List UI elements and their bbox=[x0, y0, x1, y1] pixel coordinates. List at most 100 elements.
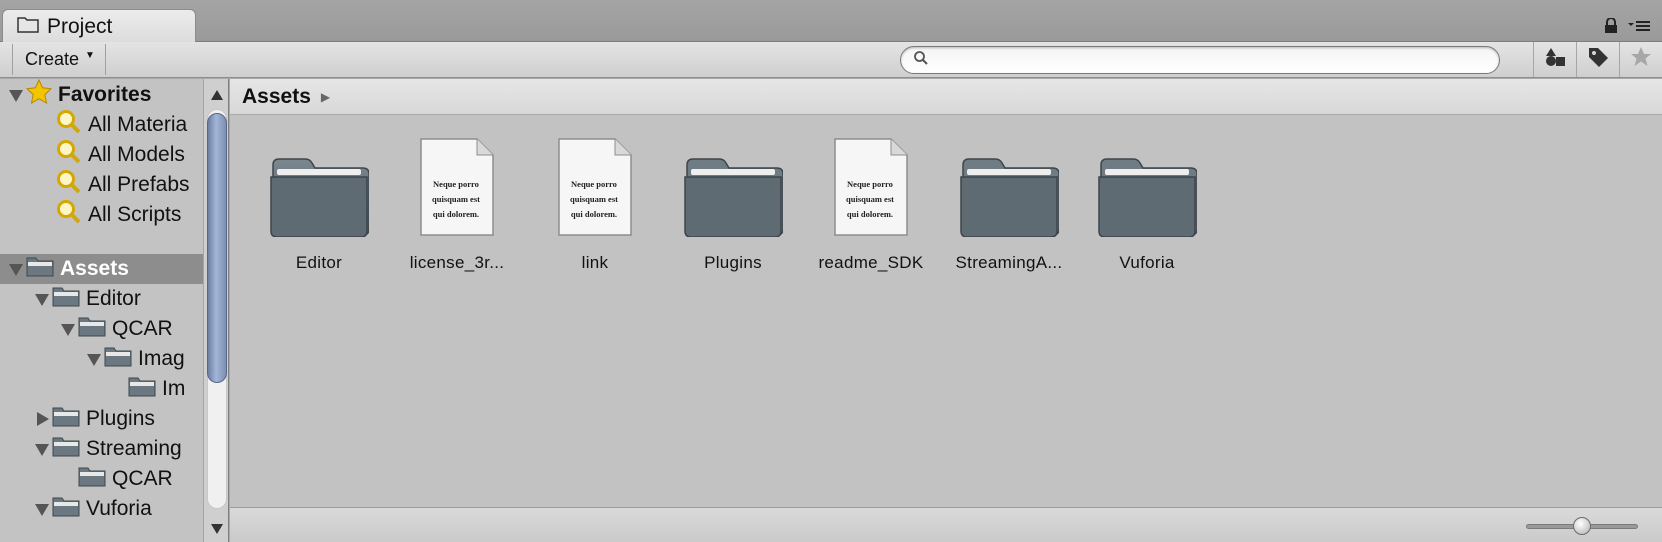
folder-icon bbox=[1092, 137, 1202, 237]
asset-item-link[interactable]: Neque porro quisquam est qui dolorem. li… bbox=[526, 137, 664, 273]
favorite-button[interactable] bbox=[1619, 42, 1662, 77]
expand-triangle-icon[interactable] bbox=[34, 291, 50, 307]
tree-item-assets[interactable]: Assets bbox=[0, 254, 203, 284]
tree-item-plugins[interactable]: Plugins bbox=[0, 404, 203, 434]
favorite-label: All Prefabs bbox=[88, 173, 190, 196]
toolbar: Create ▼ bbox=[0, 42, 1662, 78]
expand-triangle-icon[interactable] bbox=[8, 261, 24, 277]
search-input[interactable] bbox=[935, 49, 1499, 71]
tree-item-label: Streaming bbox=[86, 437, 182, 460]
search-field[interactable] bbox=[900, 46, 1500, 74]
star-icon bbox=[25, 79, 53, 111]
folder-icon bbox=[17, 15, 39, 38]
favorite-item[interactable]: All Scripts bbox=[0, 200, 203, 230]
doc-preview-line: Neque porro bbox=[571, 179, 617, 189]
create-button[interactable]: Create ▼ bbox=[12, 44, 106, 75]
expand-triangle-icon[interactable] bbox=[60, 321, 76, 337]
folder-icon bbox=[52, 405, 80, 433]
asset-item-editor[interactable]: Editor bbox=[250, 137, 388, 273]
asset-grid: Editor Neque porro quisquam est qui dolo… bbox=[230, 115, 1662, 507]
folder-icon bbox=[52, 495, 80, 523]
tree-item-vuforia[interactable]: Vuforia bbox=[0, 494, 203, 524]
favorite-item[interactable]: All Prefabs bbox=[0, 170, 203, 200]
search-filter-icon bbox=[56, 139, 82, 171]
zoom-slider[interactable] bbox=[1526, 517, 1638, 535]
breadcrumb: Assets ▶ bbox=[230, 79, 1662, 115]
scroll-up-arrow-icon[interactable] bbox=[211, 87, 223, 105]
folder-icon bbox=[264, 137, 374, 237]
tree-item-editor[interactable]: Editor bbox=[0, 284, 203, 314]
scroll-thumb[interactable] bbox=[207, 113, 227, 383]
tree-item-label: QCAR bbox=[112, 467, 173, 490]
tag-icon bbox=[1587, 46, 1609, 73]
doc-preview-line: quisquam est bbox=[570, 194, 618, 204]
asset-label: link bbox=[581, 253, 609, 272]
status-bar bbox=[230, 507, 1662, 542]
breadcrumb-arrow-icon[interactable]: ▶ bbox=[321, 90, 330, 104]
asset-label: readme_SDK bbox=[818, 253, 924, 272]
tab-project[interactable]: Project bbox=[2, 9, 196, 43]
expand-triangle-icon[interactable] bbox=[34, 441, 50, 457]
asset-item-plugins[interactable]: Plugins bbox=[664, 137, 802, 273]
search-filter-icon bbox=[56, 169, 82, 201]
folder-icon bbox=[52, 435, 80, 463]
tree-item-qcar[interactable]: QCAR bbox=[0, 314, 203, 344]
doc-preview-line: Neque porro bbox=[433, 179, 479, 189]
folder-icon bbox=[78, 465, 106, 493]
tree-item-label: Imag bbox=[138, 347, 185, 370]
asset-label: Plugins bbox=[704, 253, 762, 272]
favorite-item[interactable]: All Materia bbox=[0, 110, 203, 140]
tab-title: Project bbox=[47, 14, 113, 38]
tree-item-label: Assets bbox=[60, 257, 129, 280]
asset-item-streaming[interactable]: StreamingA... bbox=[940, 137, 1078, 273]
folder-icon bbox=[128, 375, 156, 403]
asset-label: Editor bbox=[295, 253, 343, 272]
menu-icon[interactable] bbox=[1628, 19, 1650, 38]
breadcrumb-assets[interactable]: Assets bbox=[242, 85, 311, 109]
create-label: Create bbox=[25, 49, 80, 69]
expand-triangle-icon[interactable] bbox=[8, 87, 24, 103]
folder-icon bbox=[78, 315, 106, 343]
filter-by-type-button[interactable] bbox=[1533, 42, 1576, 77]
folder-icon bbox=[104, 345, 132, 373]
doc-preview-line: qui dolorem. bbox=[571, 209, 617, 219]
asset-item-license[interactable]: Neque porro quisquam est qui dolorem. li… bbox=[388, 137, 526, 273]
collapse-triangle-icon[interactable] bbox=[34, 411, 50, 427]
document-icon: Neque porro quisquam est qui dolorem. bbox=[816, 137, 926, 237]
tree-item-imag[interactable]: Imag bbox=[0, 344, 203, 374]
folder-icon bbox=[26, 255, 54, 283]
asset-item-readme[interactable]: Neque porro quisquam est qui dolorem. re… bbox=[802, 137, 940, 273]
filter-by-label-button[interactable] bbox=[1576, 42, 1619, 77]
zoom-slider-knob[interactable] bbox=[1573, 517, 1591, 535]
tree-item-label: Vuforia bbox=[86, 497, 152, 520]
lock-icon[interactable] bbox=[1604, 17, 1618, 39]
doc-preview-line: qui dolorem. bbox=[433, 209, 479, 219]
expand-triangle-icon[interactable] bbox=[86, 351, 102, 367]
asset-label: license_3r... bbox=[409, 253, 505, 272]
search-filter-icon bbox=[56, 199, 82, 231]
asset-item-vuforia[interactable]: Vuforia bbox=[1078, 137, 1216, 273]
tree-item-streaming[interactable]: Streaming bbox=[0, 434, 203, 464]
tree-item-label: QCAR bbox=[112, 317, 173, 340]
project-tree: Favorites All Materia All Models All Pre… bbox=[0, 79, 203, 542]
document-icon: Neque porro quisquam est qui dolorem. bbox=[402, 137, 512, 237]
search-filter-icon bbox=[56, 109, 82, 141]
tree-item-label: Editor bbox=[86, 287, 141, 310]
expand-triangle-icon[interactable] bbox=[34, 501, 50, 517]
tree-scrollbar[interactable] bbox=[203, 79, 229, 542]
tab-bar: Project bbox=[0, 0, 1662, 43]
folder-icon bbox=[52, 285, 80, 313]
tree-item-label: Plugins bbox=[86, 407, 155, 430]
tree-item-streaming-qcar[interactable]: QCAR bbox=[0, 464, 203, 494]
shapes-icon bbox=[1544, 47, 1566, 72]
asset-label: StreamingA... bbox=[955, 253, 1063, 272]
favorite-item[interactable]: All Models bbox=[0, 140, 203, 170]
folder-icon bbox=[954, 137, 1064, 237]
scroll-down-arrow-icon[interactable] bbox=[211, 521, 223, 539]
search-icon bbox=[913, 50, 929, 71]
doc-preview-line: quisquam est bbox=[846, 194, 894, 204]
favorite-label: All Materia bbox=[88, 113, 188, 136]
tree-item-im[interactable]: Im bbox=[0, 374, 203, 404]
asset-browser: Assets ▶ Editor Neque porro quisquam est… bbox=[230, 79, 1662, 542]
favorites-header[interactable]: Favorites bbox=[0, 79, 203, 111]
